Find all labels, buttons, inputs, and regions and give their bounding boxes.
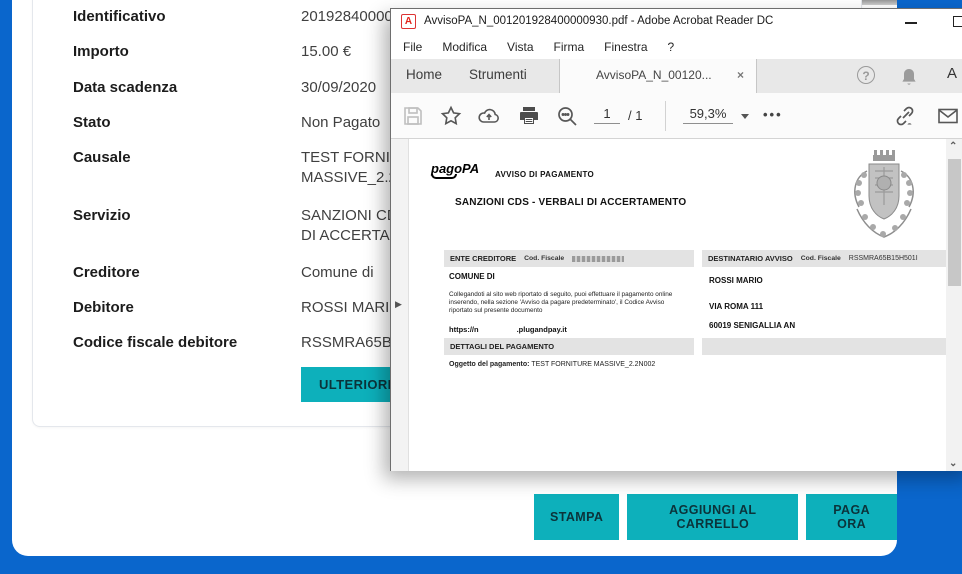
tab-strip: Home Strumenti AvvisoPA_N_00120... × ? A — [391, 59, 962, 93]
zoom-search-icon[interactable] — [555, 104, 579, 128]
pay-now-button[interactable]: PAGA ORA — [806, 494, 897, 540]
pdf-page: pagoPA AVVISO DI PAGAMENTO SANZIONI CDS … — [409, 139, 946, 471]
tab-close-icon[interactable]: × — [737, 68, 744, 82]
field-label: Codice fiscale debitore — [73, 333, 237, 353]
payment-subject-label: Oggetto del pagamento: — [449, 361, 530, 368]
field-label: Servizio — [73, 206, 131, 226]
payment-instructions: Collegandoti al sito web riportato di se… — [449, 291, 707, 315]
menu-file[interactable]: File — [393, 40, 432, 54]
recipient-header-band: DESTINATARIO AVVISO Cod. Fiscale RSSMRA6… — [702, 250, 962, 267]
window-titlebar[interactable]: A AvvisoPA_N_001201928400000930.pdf - Ad… — [391, 9, 962, 35]
scroll-up-icon[interactable]: ⌃ — [949, 141, 957, 152]
field-label: Debitore — [73, 298, 134, 318]
payment-subject-value: TEST FORNITURE MASSIVE_2.2N002 — [531, 361, 655, 368]
recipient-cf-label: Cod. Fiscale — [801, 255, 841, 262]
tab-tools[interactable]: Strumenti — [469, 67, 527, 82]
account-label[interactable]: A — [947, 65, 957, 82]
document-area: ▶ pagoPA AVVISO DI PAGAMENTO SANZIONI CD… — [391, 139, 962, 471]
instruction-line: inserendo, nella sezione 'Avviso da paga… — [449, 299, 707, 307]
zoom-dropdown-icon[interactable] — [741, 114, 749, 119]
recipient-city: 60019 SENIGALLIA AN — [709, 321, 795, 330]
field-label: Identificativo — [73, 7, 166, 27]
instruction-line: riportato sul presente documento — [449, 307, 707, 315]
share-link-icon[interactable] — [893, 104, 917, 128]
print-button[interactable]: STAMPA — [534, 494, 619, 540]
field-label: Causale — [73, 148, 131, 168]
menu-help[interactable]: ? — [658, 40, 685, 54]
payment-url-prefix: https://n — [449, 325, 479, 334]
payment-url: https://n .plugandpay.it — [449, 325, 567, 334]
nav-pane-toggle-icon[interactable]: ▶ — [395, 299, 402, 310]
tab-home[interactable]: Home — [406, 67, 442, 82]
toolbar-divider — [665, 101, 666, 131]
recipient-address: VIA ROMA 111 — [709, 302, 763, 311]
pagopa-logo-text: pagoPA — [431, 161, 479, 176]
municipality-coat-of-arms — [847, 147, 921, 243]
payment-subject: Oggetto del pagamento: TEST FORNITURE MA… — [449, 361, 655, 368]
creditor-name: COMUNE DI — [449, 272, 495, 281]
star-icon[interactable] — [439, 104, 463, 128]
more-tools-icon[interactable]: ••• — [763, 107, 783, 122]
redacted-fiscal-code — [572, 256, 624, 262]
field-label: Stato — [73, 113, 111, 133]
creditor-cf-label: Cod. Fiscale — [524, 255, 564, 262]
menu-firma[interactable]: Firma — [544, 40, 595, 54]
page-number-input[interactable]: 1 — [594, 106, 620, 124]
menu-vista[interactable]: Vista — [497, 40, 543, 54]
creditor-name: Comune di — [301, 264, 374, 281]
tab-document-label: AvvisoPA_N_00120... — [596, 68, 712, 82]
field-label: Creditore — [73, 263, 140, 283]
field-label: Importo — [73, 42, 129, 62]
toolbar: 1 / 1 59,3% ••• — [391, 93, 962, 139]
payment-url-suffix: .plugandpay.it — [517, 325, 567, 334]
recipient-header: DESTINATARIO AVVISO — [708, 254, 793, 263]
menu-modifica[interactable]: Modifica — [432, 40, 497, 54]
recipient-cf-value: RSSMRA65B15H501I — [849, 255, 918, 262]
vertical-scrollbar[interactable]: ⌃ ⌄ — [946, 139, 962, 471]
pdf-title: SANZIONI CDS - VERBALI DI ACCERTAMENTO — [455, 197, 686, 208]
print-icon[interactable] — [517, 104, 541, 128]
creditor-header-band: ENTE CREDITORE Cod. Fiscale — [444, 250, 694, 267]
recipient-name: ROSSI MARIO — [709, 276, 763, 285]
zoom-level-input[interactable]: 59,3% — [683, 106, 733, 124]
page-count-label: / 1 — [628, 108, 642, 123]
creditor-header: ENTE CREDITORE — [450, 254, 516, 263]
payment-details-band-right — [702, 338, 962, 355]
email-icon[interactable] — [936, 104, 960, 128]
help-icon[interactable]: ? — [857, 66, 875, 84]
pdf-doc-type: AVVISO DI PAGAMENTO — [495, 170, 594, 179]
pagopa-logo: pagoPA — [431, 161, 479, 179]
payment-details-band: DETTAGLI DEL PAGAMENTO — [444, 338, 694, 355]
minimize-button[interactable] — [905, 22, 917, 24]
scrollbar-thumb[interactable] — [948, 159, 961, 286]
maximize-button[interactable] — [953, 16, 962, 27]
window-title: AvvisoPA_N_001201928400000930.pdf - Adob… — [424, 15, 773, 27]
acrobat-window: A AvvisoPA_N_001201928400000930.pdf - Ad… — [390, 8, 962, 471]
bell-icon[interactable] — [897, 66, 921, 90]
acrobat-app-icon: A — [401, 14, 416, 29]
tab-document[interactable]: AvvisoPA_N_00120... × — [559, 59, 757, 93]
field-label: Data scadenza — [73, 78, 177, 98]
save-icon[interactable] — [401, 104, 425, 128]
screen: Identificativo 201928400000930 Importo 1… — [0, 0, 962, 574]
cloud-upload-icon[interactable] — [477, 104, 501, 128]
add-to-cart-button[interactable]: AGGIUNGI AL CARRELLO — [627, 494, 798, 540]
action-buttons-row: STAMPA AGGIUNGI AL CARRELLO PAGA ORA — [534, 494, 897, 540]
payment-details-header: DETTAGLI DEL PAGAMENTO — [450, 342, 554, 351]
menu-finestra[interactable]: Finestra — [594, 40, 657, 54]
menubar: File Modifica Vista Firma Finestra ? — [393, 35, 684, 59]
scroll-down-icon[interactable]: ⌄ — [949, 458, 957, 469]
navigation-pane-strip: ▶ — [391, 139, 409, 471]
instruction-line: Collegandoti al sito web riportato di se… — [449, 291, 707, 299]
